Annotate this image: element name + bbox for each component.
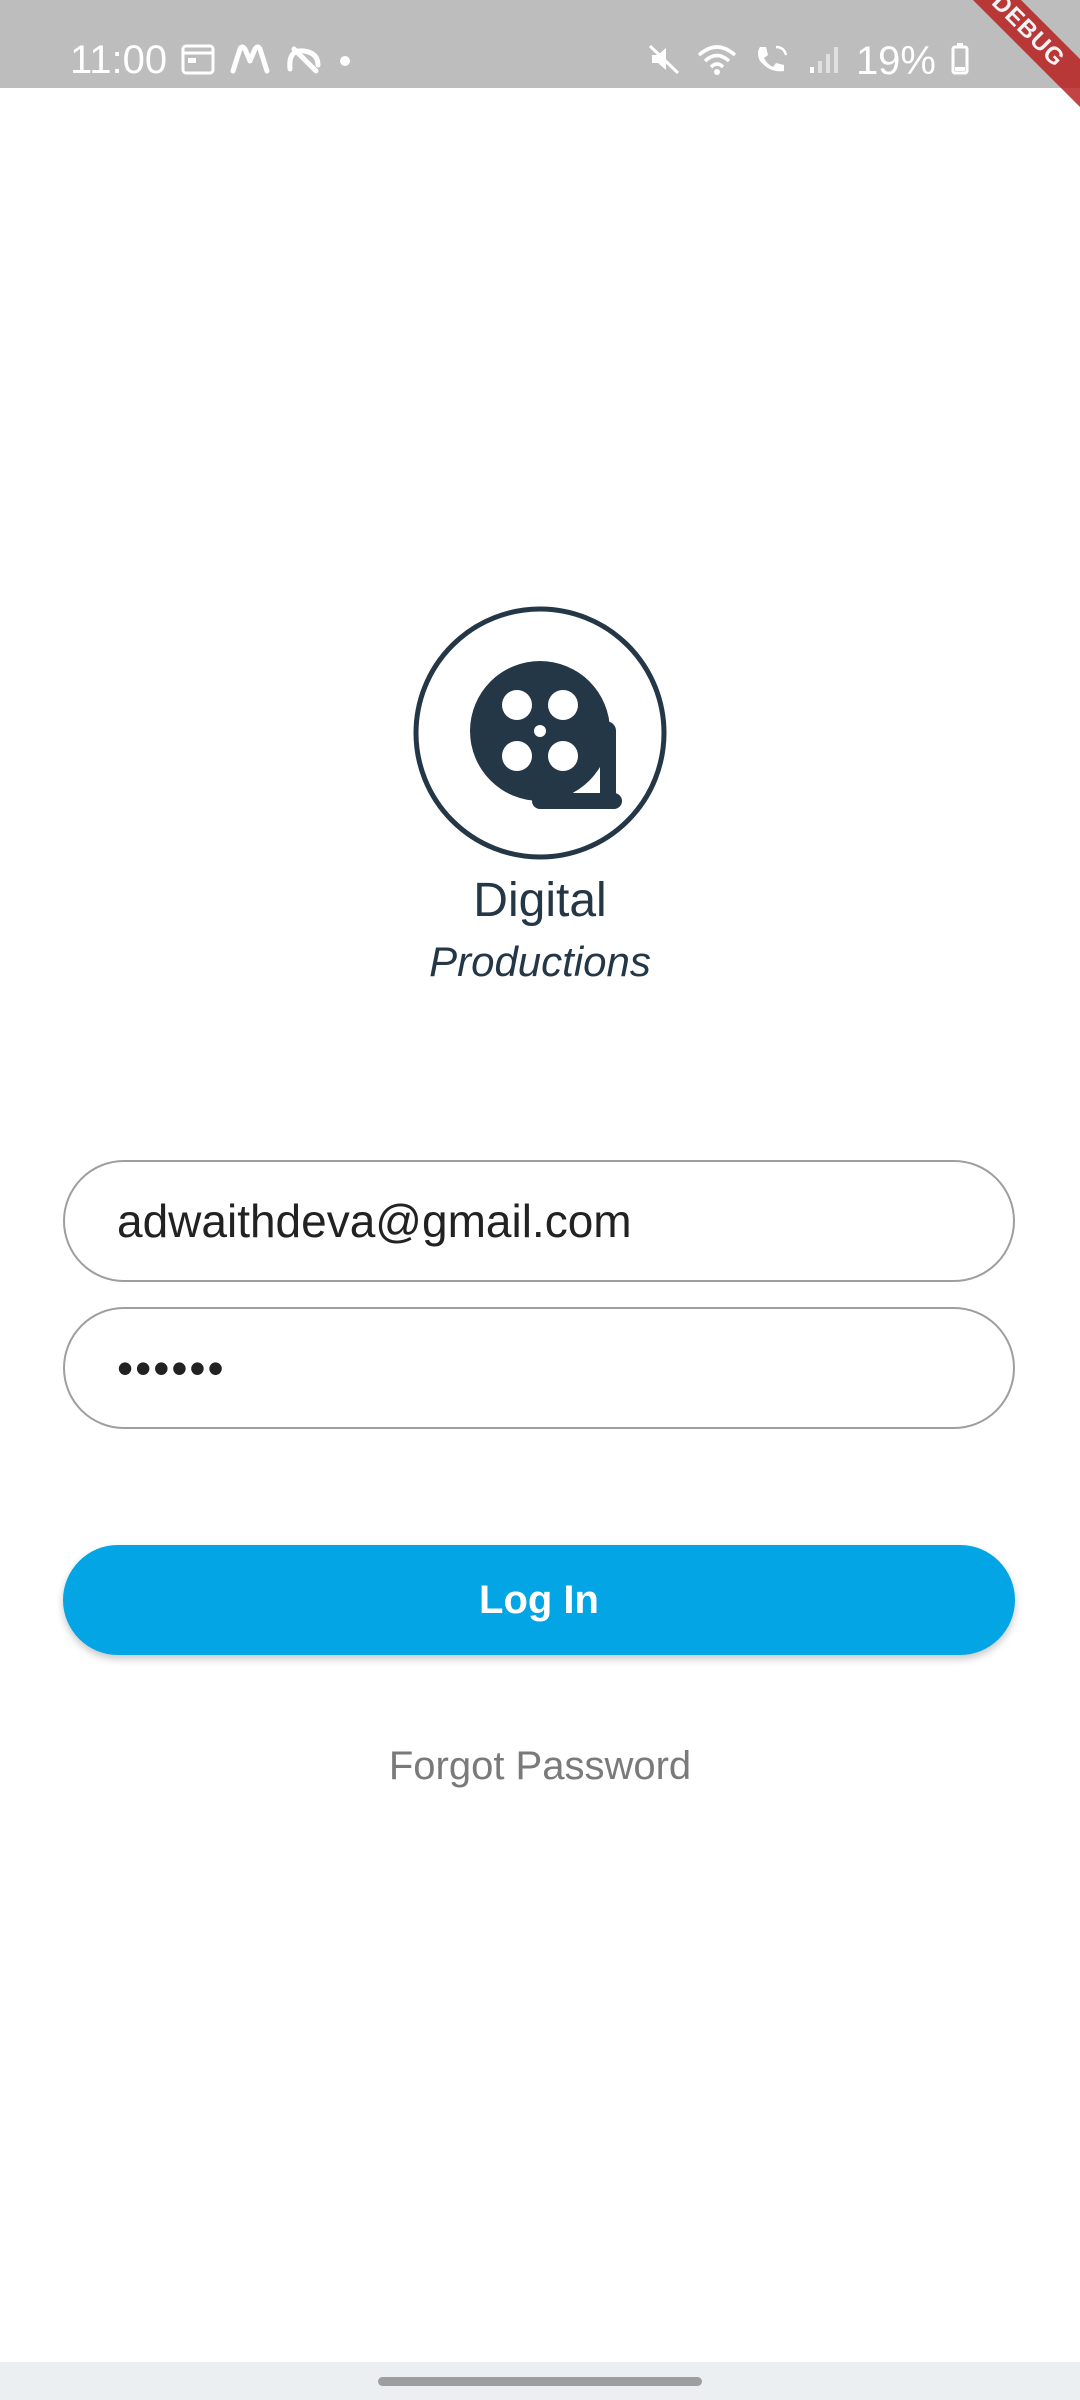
home-indicator[interactable] [378, 2377, 702, 2386]
status-bar: 11:00 19% DEBUG [0, 0, 1080, 114]
battery-icon [950, 41, 970, 82]
email-field[interactable] [63, 1160, 1015, 1282]
login-screen: 11:00 19% DEBUG Digital Productions adwa… [0, 0, 1080, 2400]
battery-percent: 19% [855, 39, 936, 83]
navigation-bar [0, 2362, 1080, 2400]
signal-icon [806, 41, 842, 82]
film-reel-icon [413, 606, 667, 860]
brand-logo [412, 605, 668, 861]
link-app-icon [284, 41, 324, 82]
status-left-icons [180, 38, 352, 84]
mute-icon [646, 41, 682, 82]
dot-icon [338, 41, 352, 82]
status-right-icons: 19% [646, 38, 970, 84]
email-input[interactable] [117, 1162, 977, 1280]
brand-name: Digital [473, 874, 607, 927]
login-button[interactable]: Log In [63, 1545, 1015, 1655]
wifi-call-icon [752, 41, 792, 82]
m-app-icon [230, 41, 270, 82]
password-field[interactable] [63, 1307, 1015, 1429]
brand-subtitle: Productions [429, 938, 651, 985]
status-time: 11:00 [70, 38, 168, 82]
wifi-icon [696, 41, 738, 82]
forgot-password-link[interactable]: Forgot Password [0, 1740, 1080, 1792]
calendar-icon [180, 41, 216, 82]
password-input[interactable] [117, 1309, 977, 1427]
